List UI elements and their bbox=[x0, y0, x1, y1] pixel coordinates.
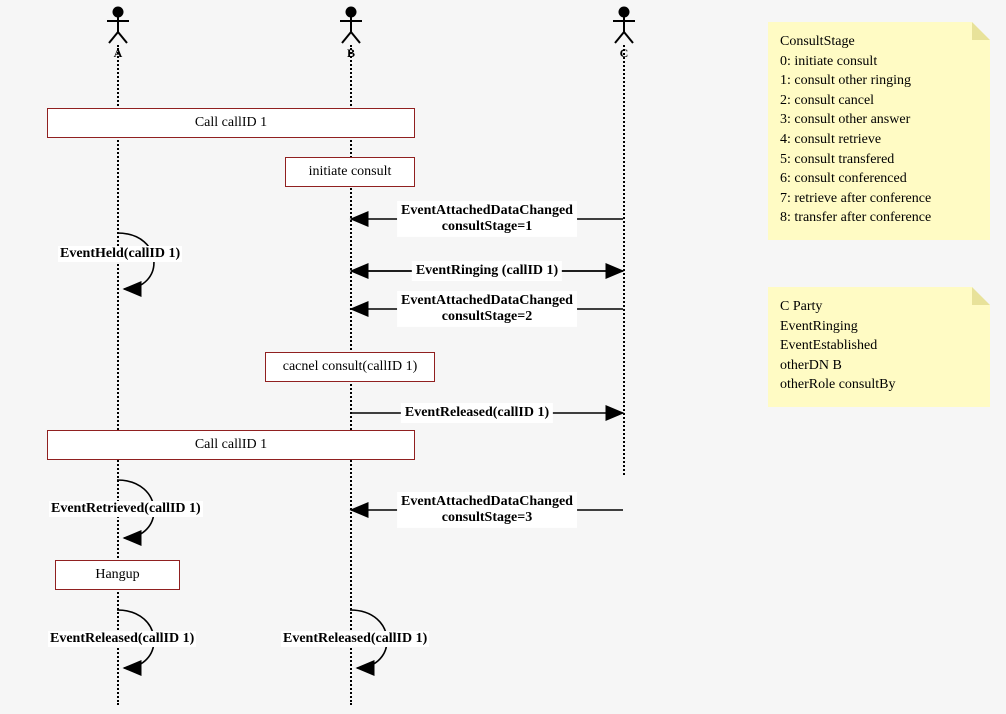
msg-released-a: EventReleased(callID 1) bbox=[48, 631, 196, 647]
note1-line: 4: consult retrieve bbox=[780, 130, 978, 150]
actor-c: C bbox=[604, 6, 644, 61]
note2-line: otherDN B bbox=[780, 356, 978, 376]
note1-line: 0: initiate consult bbox=[780, 52, 978, 72]
msg-released-b: EventReleased(callID 1) bbox=[281, 631, 429, 647]
note1-title: ConsultStage bbox=[780, 32, 978, 52]
box-initiate-text: initiate consult bbox=[309, 164, 392, 179]
note1-line: 7: retrieve after conference bbox=[780, 189, 978, 209]
note-corner-icon bbox=[972, 287, 990, 305]
note-corner-icon bbox=[972, 22, 990, 40]
actor-c-label: C bbox=[604, 46, 644, 61]
person-icon bbox=[612, 6, 636, 44]
note2-line: C Party bbox=[780, 297, 978, 317]
actor-b-label: B bbox=[331, 46, 371, 61]
note-c-party: C Party EventRinging EventEstablished ot… bbox=[768, 287, 990, 407]
note1-line: 8: transfer after conference bbox=[780, 208, 978, 228]
msg-held-a: EventHeld(callID 1) bbox=[58, 246, 182, 262]
box-call-2-text: Call callID 1 bbox=[195, 437, 267, 452]
note-consult-stage: ConsultStage 0: initiate consult 1: cons… bbox=[768, 22, 990, 240]
note2-line: EventEstablished bbox=[780, 336, 978, 356]
lifeline-a bbox=[117, 45, 119, 705]
note1-line: 3: consult other answer bbox=[780, 110, 978, 130]
msg-released: EventReleased(callID 1) bbox=[401, 403, 553, 423]
box-call-2: Call callID 1 bbox=[47, 430, 415, 460]
note1-line: 6: consult conferenced bbox=[780, 169, 978, 189]
box-cancel-text: cacnel consult(callID 1) bbox=[283, 359, 418, 374]
box-initiate-consult: initiate consult bbox=[285, 157, 415, 187]
note2-line: EventRinging bbox=[780, 317, 978, 337]
msg-attached-1: EventAttachedDataChanged consultStage=1 bbox=[397, 201, 577, 237]
box-call-1: Call callID 1 bbox=[47, 108, 415, 138]
box-hangup: Hangup bbox=[55, 560, 180, 590]
box-hangup-text: Hangup bbox=[95, 567, 139, 582]
note1-line: 5: consult transfered bbox=[780, 150, 978, 170]
person-icon bbox=[339, 6, 363, 44]
actor-a: A bbox=[98, 6, 138, 61]
person-icon bbox=[106, 6, 130, 44]
note1-line: 2: consult cancel bbox=[780, 91, 978, 111]
msg-attached-3: EventAttachedDataChanged consultStage=3 bbox=[397, 492, 577, 528]
actor-a-label: A bbox=[98, 46, 138, 61]
sequence-diagram: A B C Call callID 1 initiate consult bbox=[0, 0, 1006, 714]
msg-attached-2: EventAttachedDataChanged consultStage=2 bbox=[397, 291, 577, 327]
lifeline-c bbox=[623, 45, 625, 475]
note2-line: otherRole consultBy bbox=[780, 375, 978, 395]
msg-retrieved-a: EventRetrieved(callID 1) bbox=[49, 501, 203, 517]
note1-line: 1: consult other ringing bbox=[780, 71, 978, 91]
msg-ringing: EventRinging (callID 1) bbox=[412, 261, 562, 281]
box-cancel-consult: cacnel consult(callID 1) bbox=[265, 352, 435, 382]
box-call-1-text: Call callID 1 bbox=[195, 115, 267, 130]
actor-b: B bbox=[331, 6, 371, 61]
